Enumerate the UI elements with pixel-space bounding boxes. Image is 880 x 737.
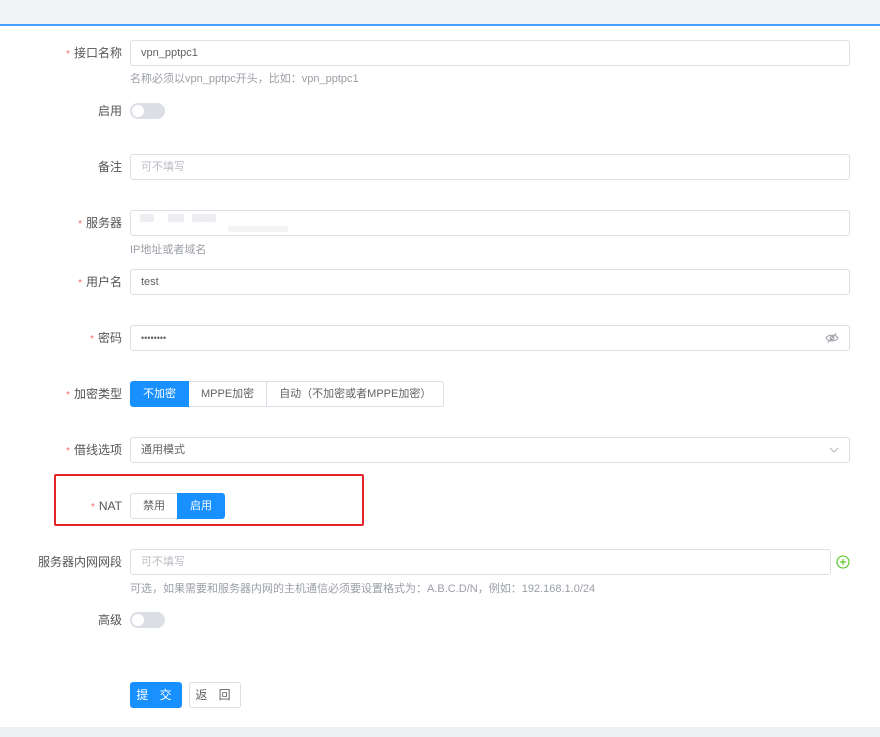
subnet-input[interactable]: [130, 549, 831, 575]
chevron-down-icon: [829, 447, 839, 453]
iface-name-input[interactable]: [130, 40, 850, 66]
password-input[interactable]: ••••••••: [130, 325, 850, 351]
required-mark: *: [78, 278, 82, 289]
remark-label: 备注: [97, 160, 122, 174]
back-button[interactable]: 返 回: [189, 682, 241, 708]
encrypt-option-mppe[interactable]: MPPE加密: [188, 381, 268, 407]
line-option-label: * 借线选项: [66, 443, 122, 457]
switch-knob: [132, 614, 144, 626]
nat-label: * NAT: [90, 499, 122, 513]
iface-hint: 名称必须以vpn_pptpc开头，比如：vpn_pptpc1: [130, 73, 359, 85]
remark-input[interactable]: [130, 154, 850, 180]
password-label: * 密码: [90, 331, 122, 345]
required-mark: *: [90, 334, 94, 345]
submit-button[interactable]: 提 交: [130, 682, 182, 708]
line-option-select[interactable]: 通用模式: [130, 437, 850, 463]
encrypt-type-group: 不加密 MPPE加密 自动（不加密或者MPPE加密）: [130, 381, 445, 407]
eye-slash-icon[interactable]: [825, 332, 839, 344]
username-label: * 用户名: [78, 275, 122, 289]
required-mark: *: [66, 49, 70, 60]
encrypt-option-auto[interactable]: 自动（不加密或者MPPE加密）: [266, 381, 445, 407]
username-input[interactable]: [130, 269, 850, 295]
server-hint: IP地址或者域名: [130, 244, 207, 256]
bottom-bar: [0, 727, 880, 737]
top-bar: [0, 0, 880, 26]
required-mark: *: [90, 502, 95, 513]
nat-option-enable[interactable]: 启用: [177, 493, 225, 519]
advanced-label: 高级: [97, 613, 122, 627]
server-label: * 服务器: [78, 216, 122, 230]
encrypt-label: * 加密类型: [66, 387, 122, 401]
redacted-server-value: [140, 212, 290, 234]
switch-knob: [132, 105, 144, 117]
iface-label: * 接口名称: [66, 46, 122, 60]
nat-group: 禁用 启用: [130, 493, 225, 519]
password-value: ••••••••: [141, 333, 167, 343]
encrypt-option-none[interactable]: 不加密: [130, 381, 189, 407]
advanced-switch[interactable]: [130, 612, 165, 628]
required-mark: *: [66, 446, 70, 457]
line-option-value: 通用模式: [141, 444, 185, 456]
required-mark: *: [66, 390, 70, 401]
enable-label: 启用: [97, 104, 122, 118]
subnet-label: 服务器内网网段: [37, 555, 122, 569]
enable-switch[interactable]: [130, 103, 165, 119]
nat-option-disable[interactable]: 禁用: [130, 493, 178, 519]
required-mark: *: [78, 219, 82, 230]
plus-circle-icon[interactable]: [836, 555, 850, 569]
subnet-hint: 可选，如果需要和服务器内网的主机通信必须要设置格式为：A.B.C.D/N，例如：…: [130, 583, 596, 595]
